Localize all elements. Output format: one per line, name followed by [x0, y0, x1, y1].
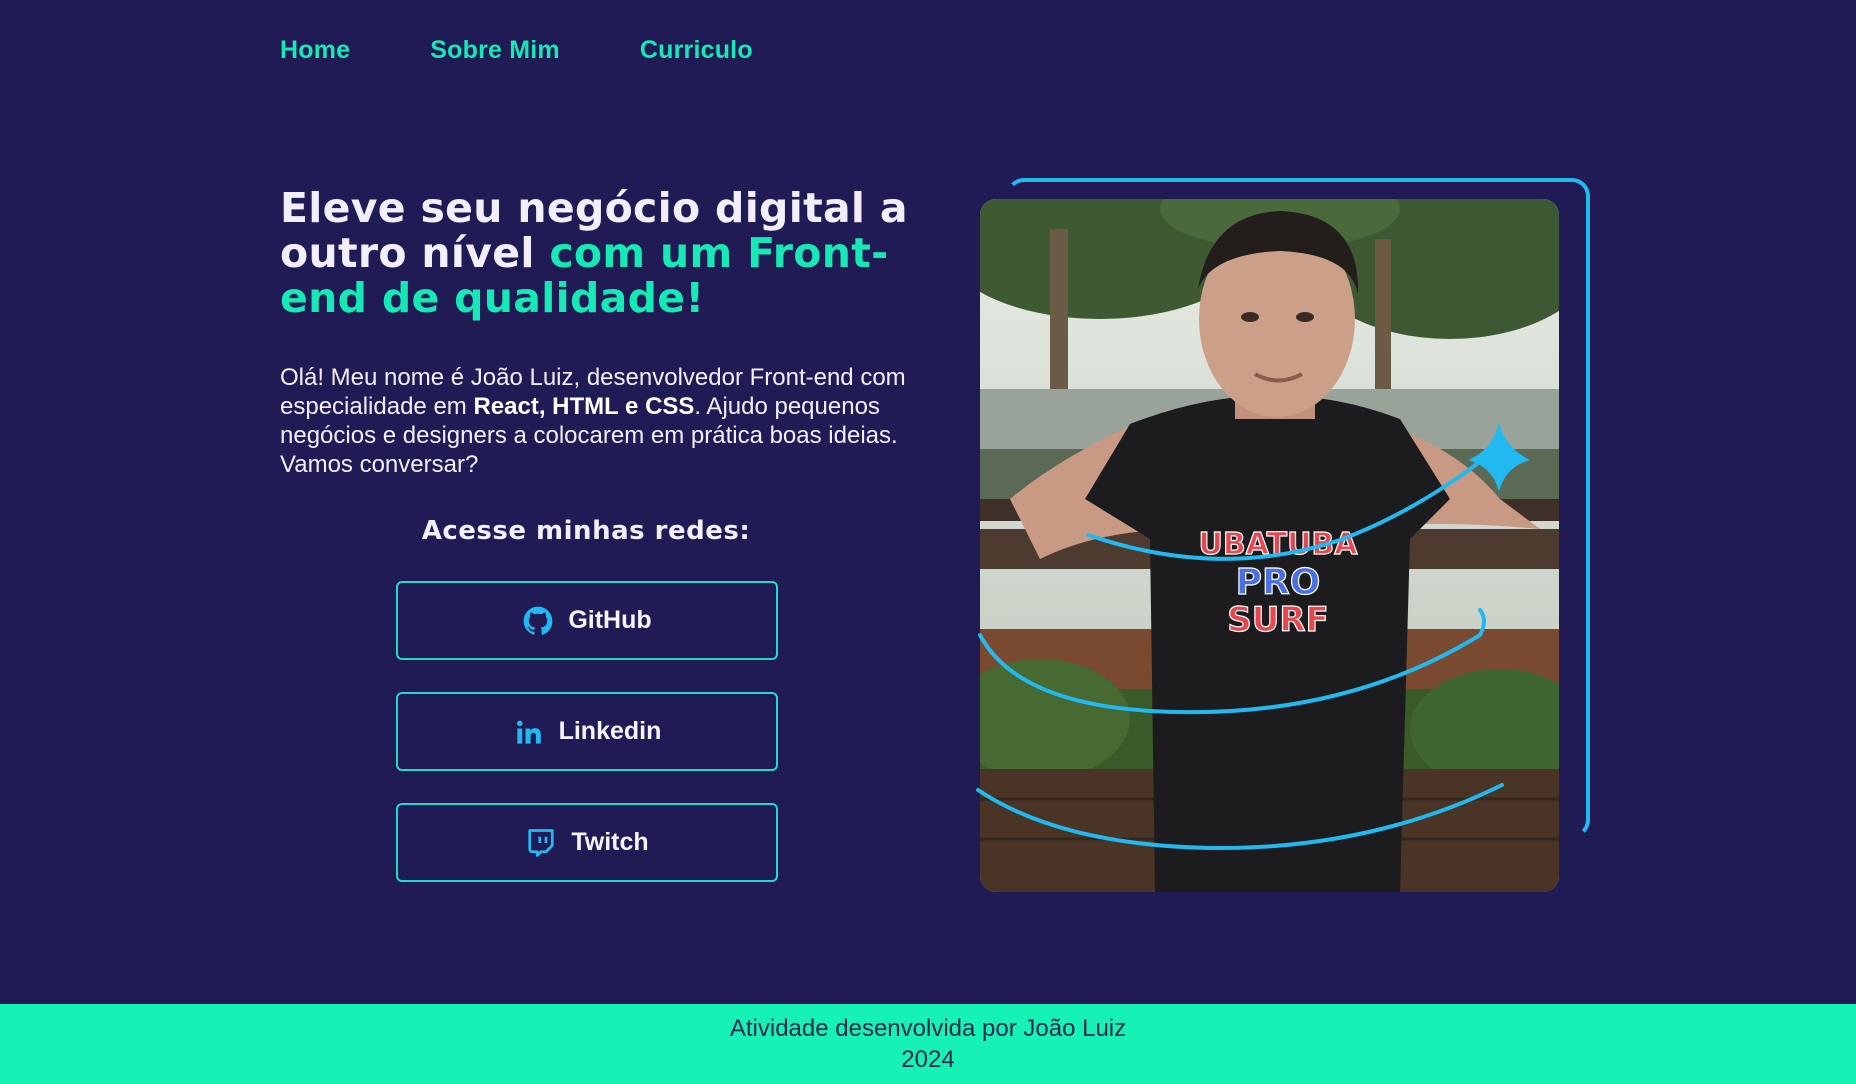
shirt-text-2: PRO — [1236, 562, 1321, 603]
intro-skills: React, HTML e CSS — [473, 393, 695, 420]
shirt-text-1: UBATUBA — [1198, 527, 1358, 562]
nav-sobre-mim-link[interactable]: Sobre Mim — [430, 36, 560, 65]
linkedin-button[interactable]: Linkedin — [396, 692, 778, 771]
socials-title: Acesse minhas redes: — [421, 516, 751, 546]
github-label: GitHub — [568, 606, 652, 634]
footer: Atividade desenvolvida por João Luiz 202… — [0, 1004, 1856, 1084]
footer-credit: Atividade desenvolvida por João Luiz — [729, 1015, 1127, 1042]
linkedin-label: Linkedin — [558, 717, 662, 745]
hero-headline: Eleve seu negócio digital a outro nível … — [280, 186, 920, 321]
github-icon — [522, 605, 554, 637]
intro-paragraph: Olá! Meu nome é João Luiz, desenvolvedor… — [280, 363, 920, 479]
footer-year: 2024 — [901, 1046, 955, 1073]
nav-curriculo-link[interactable]: Curriculo — [640, 36, 753, 65]
twitch-label: Twitch — [571, 828, 649, 856]
profile-photo: UBATUBA PRO SURF — [980, 199, 1559, 892]
profile-photo-illustration: UBATUBA PRO SURF — [980, 199, 1559, 892]
github-button[interactable]: GitHub — [396, 581, 778, 660]
twitch-button[interactable]: Twitch — [396, 803, 778, 882]
top-nav: Home Sobre Mim Curriculo — [280, 36, 753, 65]
page: Home Sobre Mim Curriculo Eleve seu negóc… — [0, 0, 1856, 1084]
twitch-icon — [525, 827, 557, 859]
shirt-text-3: SURF — [1227, 600, 1329, 640]
linkedin-icon — [513, 716, 545, 748]
nav-home-link[interactable]: Home — [280, 36, 350, 65]
